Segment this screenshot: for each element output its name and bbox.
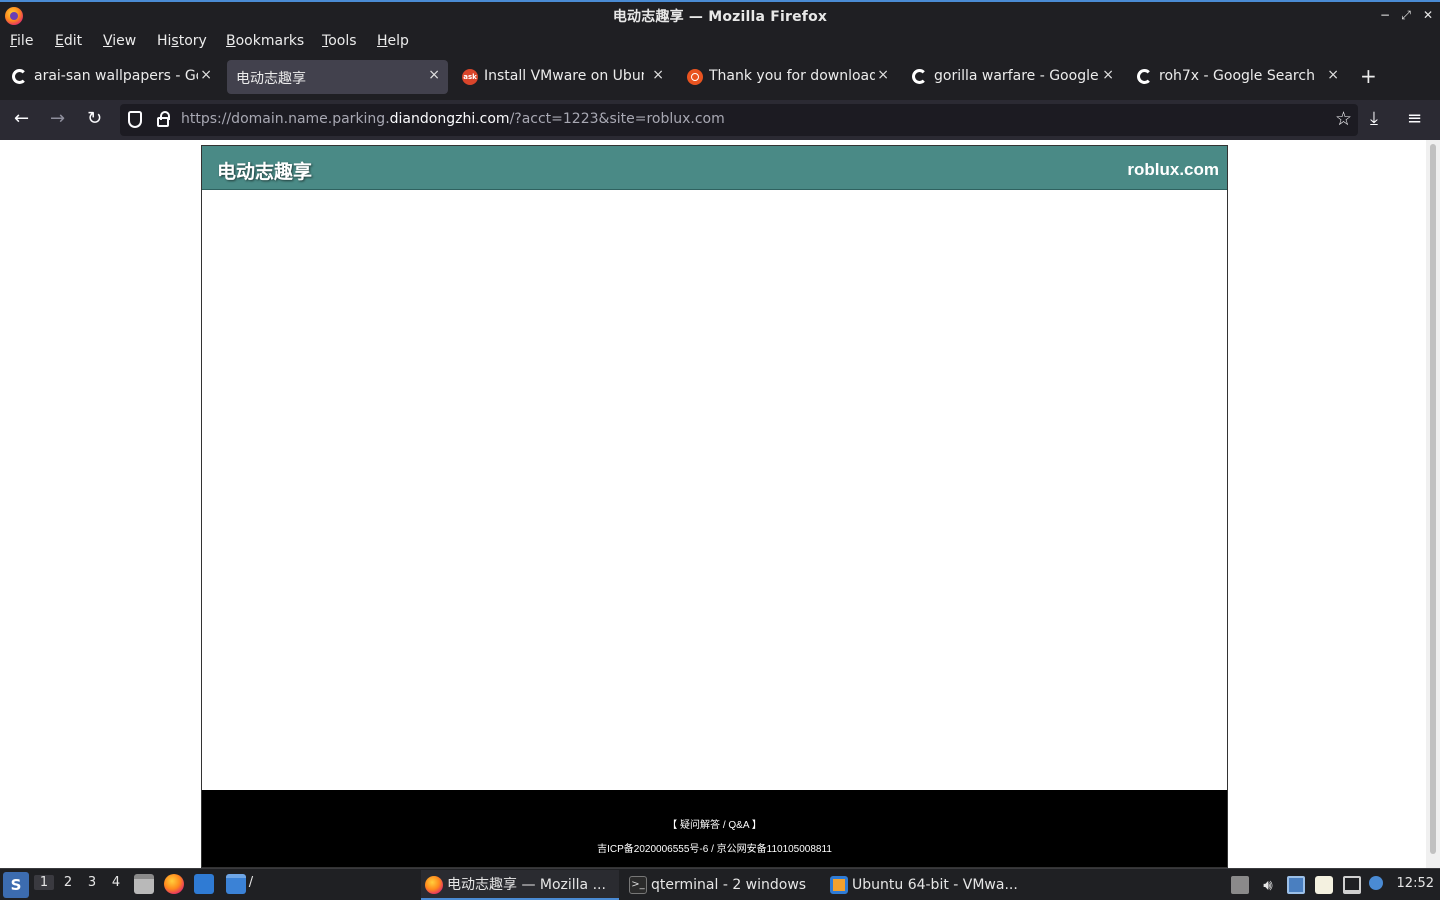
minimize-button[interactable]: − [1376, 6, 1394, 24]
workspace-1[interactable]: 1 [34, 875, 54, 890]
menu-bar: File Edit View History Bookmarks Tools H… [0, 30, 1440, 54]
window-title: 电动志趣享 — Mozilla Firefox [612, 9, 828, 25]
firefox-launcher-icon[interactable] [164, 874, 184, 894]
tab-label: gorilla warfare - Google S [934, 68, 1100, 84]
clipboard-icon[interactable] [1315, 876, 1333, 894]
menu-help[interactable]: Help [377, 33, 409, 49]
task-label: 电动志趣享 — Mozilla ... [447, 877, 606, 893]
downloads-button[interactable]: ⤓ [1370, 109, 1378, 129]
page-viewport: 电动志趣享 roblux.com 【 疑问解答 / Q&A 】 吉ICP备202… [0, 140, 1440, 868]
site-header: 电动志趣享 roblux.com [202, 146, 1227, 190]
parked-site-frame: 电动志趣享 roblux.com 【 疑问解答 / Q&A 】 吉ICP备202… [201, 145, 1228, 868]
tab-strip: arai-san wallpapers - Goo × 电动志趣享 × ask … [0, 54, 1440, 100]
firefox-icon [425, 876, 443, 894]
back-button[interactable]: ← [14, 109, 29, 129]
google-icon [912, 69, 927, 84]
reload-button[interactable]: ↻ [87, 109, 102, 129]
google-icon [12, 69, 27, 84]
tab-arai-san[interactable]: arai-san wallpapers - Goo × [2, 60, 220, 94]
clock[interactable]: 12:52 [1397, 876, 1434, 891]
tab-close-button[interactable]: × [1102, 67, 1114, 83]
vmware-icon [830, 876, 848, 894]
url-text[interactable]: https://domain.name.parking.diandongzhi.… [181, 111, 725, 127]
site-title: 电动志趣享 [217, 161, 313, 183]
tab-label: Thank you for downloadi [709, 68, 875, 84]
tab-gorilla-warfare[interactable]: gorilla warfare - Google S × [902, 60, 1122, 94]
file-manager-icon[interactable] [134, 874, 154, 894]
terminal-icon: >_ [629, 876, 647, 894]
taskbar: S 1 2 3 4 / 电动志趣享 — Mozilla ... >_ qterm… [0, 868, 1440, 900]
navigation-toolbar: ← → ↻ https://domain.name.parking.diando… [0, 100, 1440, 140]
network-icon[interactable] [1287, 876, 1305, 894]
menu-view[interactable]: View [103, 33, 136, 49]
tab-label: arai-san wallpapers - Goo [34, 68, 198, 84]
tab-install-vmware[interactable]: ask Install VMware on Ubunt × [452, 60, 672, 94]
window-titlebar: 电动志趣享 — Mozilla Firefox − ⤢ ✕ [0, 0, 1440, 30]
tab-label: 电动志趣享 [236, 71, 306, 87]
app-menu-button[interactable]: ≡ [1407, 109, 1422, 129]
new-tab-button[interactable]: + [1360, 64, 1377, 88]
tracking-protection-icon[interactable] [128, 111, 142, 128]
workspace-2[interactable]: 2 [58, 875, 78, 890]
ask-icon: ask [462, 69, 478, 85]
workspace-4[interactable]: 4 [106, 875, 126, 890]
home-folder-icon[interactable] [226, 874, 246, 894]
google-icon [1137, 69, 1152, 84]
tab-close-button[interactable]: × [652, 67, 664, 83]
url-bar[interactable]: https://domain.name.parking.diandongzhi.… [120, 104, 1358, 136]
tab-close-button[interactable]: × [428, 67, 440, 83]
folder-path-label[interactable]: / [244, 875, 258, 890]
tab-close-button[interactable]: × [200, 67, 212, 83]
scrollbar-thumb[interactable] [1430, 144, 1436, 854]
forward-button[interactable]: → [50, 109, 65, 129]
page-scrollbar[interactable] [1426, 140, 1440, 868]
site-footer: 【 疑问解答 / Q&A 】 吉ICP备2020006555号-6 / 京公网安… [202, 790, 1227, 867]
site-domain: roblux.com [1127, 160, 1219, 179]
volume-icon[interactable]: 🔊︎ [1259, 876, 1277, 894]
tab-close-button[interactable]: × [1327, 67, 1339, 83]
qa-link[interactable]: 【 疑问解答 / Q&A 】 [202, 816, 1227, 831]
tab-thank-you[interactable]: Thank you for downloadi × [677, 60, 897, 94]
tab-label: roh7x - Google Search [1159, 68, 1315, 84]
lock-icon[interactable] [157, 111, 170, 127]
menu-edit[interactable]: Edit [55, 33, 82, 49]
ubuntu-icon [687, 69, 703, 85]
start-menu-button[interactable]: S [3, 872, 29, 898]
tab-diandongzhi[interactable]: 电动志趣享 × [227, 60, 448, 94]
tray-upload-icon[interactable] [1231, 876, 1249, 894]
task-vmware[interactable]: Ubuntu 64-bit - VMwa... [826, 870, 1026, 900]
bookmark-star-icon[interactable]: ☆ [1335, 108, 1352, 130]
maximize-button[interactable]: ⤢ [1397, 6, 1415, 24]
menu-tools[interactable]: Tools [322, 33, 357, 49]
tab-roh7x[interactable]: roh7x - Google Search × [1127, 60, 1347, 94]
notification-icon[interactable] [1369, 876, 1383, 890]
menu-file[interactable]: File [10, 33, 33, 49]
task-label: qterminal - 2 windows [651, 877, 807, 893]
tab-close-button[interactable]: × [877, 67, 889, 83]
tab-label: Install VMware on Ubunt [484, 68, 644, 84]
workspace-3[interactable]: 3 [82, 875, 102, 890]
close-window-button[interactable]: ✕ [1419, 6, 1437, 24]
task-label: Ubuntu 64-bit - VMwa... [852, 877, 1018, 893]
task-firefox[interactable]: 电动志趣享 — Mozilla ... [421, 870, 619, 900]
desktop-icon[interactable] [194, 874, 214, 894]
task-qterminal[interactable]: >_ qterminal - 2 windows [625, 870, 815, 900]
icp-license-text: 吉ICP备2020006555号-6 / 京公网安备110105008811 [597, 844, 832, 855]
screen-icon[interactable] [1343, 876, 1361, 894]
menu-history[interactable]: History [157, 33, 207, 49]
menu-bookmarks[interactable]: Bookmarks [226, 33, 304, 49]
